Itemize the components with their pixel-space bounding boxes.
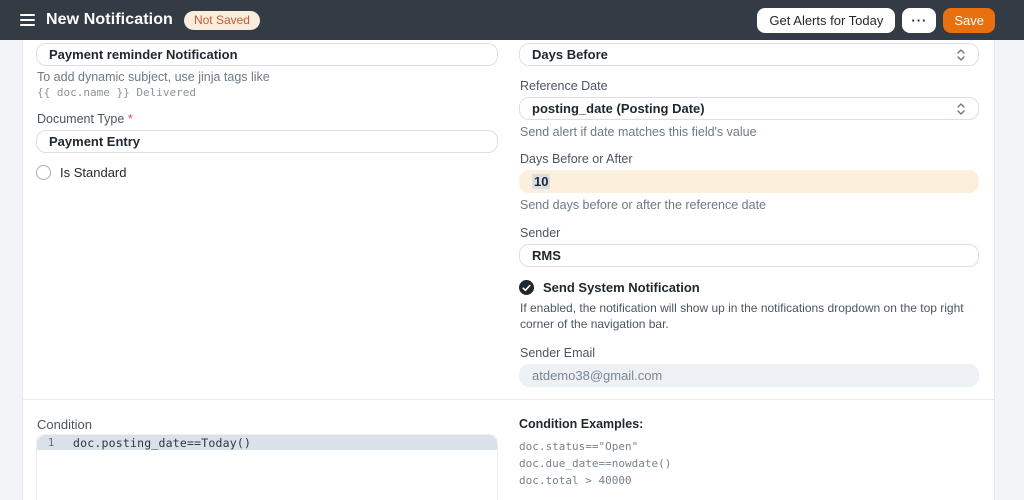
condition-code-editor[interactable]: 1 doc.posting_date==Today() xyxy=(36,434,498,500)
save-button[interactable]: Save xyxy=(943,7,995,33)
section-divider xyxy=(23,399,994,400)
send-system-notification-label: Send System Notification xyxy=(543,280,700,295)
sender-label: Sender xyxy=(520,226,561,240)
condition-example: doc.status=="Open" xyxy=(519,440,639,453)
document-type-input[interactable]: Payment Entry xyxy=(36,130,498,153)
days-before-input[interactable]: 10 xyxy=(519,170,979,193)
document-type-label: Document Type * xyxy=(37,112,133,126)
check-icon xyxy=(522,284,531,291)
days-before-help: Send days before or after the reference … xyxy=(520,198,766,212)
days-before-value: 10 xyxy=(532,174,551,189)
reference-date-select[interactable]: posting_date (Posting Date) xyxy=(519,97,979,120)
is-standard-row[interactable]: Is Standard xyxy=(36,165,127,180)
sender-value: RMS xyxy=(532,248,561,263)
reference-date-value: posting_date (Posting Date) xyxy=(532,101,705,116)
event-value: Days Before xyxy=(532,47,608,62)
sender-email-value: atdemo38@gmail.com xyxy=(532,368,663,383)
editor-active-line: 1 doc.posting_date==Today() xyxy=(37,435,497,450)
subject-input[interactable]: Payment reminder Notification xyxy=(36,43,498,66)
condition-examples-title: Condition Examples: xyxy=(519,417,644,431)
reference-date-label: Reference Date xyxy=(520,79,608,93)
send-system-notification-help: If enabled, the notification will show u… xyxy=(520,301,964,331)
is-standard-checkbox[interactable] xyxy=(36,165,51,180)
form-container: Payment reminder Notification To add dyn… xyxy=(22,40,995,500)
navbar-actions: Get Alerts for Today ··· Save xyxy=(757,7,995,33)
subject-value: Payment reminder Notification xyxy=(49,47,238,62)
is-standard-label: Is Standard xyxy=(60,165,127,180)
navbar: New Notification Not Saved Get Alerts fo… xyxy=(0,0,1024,40)
select-chevrons-icon xyxy=(957,48,965,61)
required-asterisk: * xyxy=(127,112,133,126)
condition-code: doc.posting_date==Today() xyxy=(73,435,252,450)
line-number: 1 xyxy=(47,436,55,449)
more-menu-button[interactable]: ··· xyxy=(902,7,937,33)
document-type-value: Payment Entry xyxy=(49,134,141,149)
event-select[interactable]: Days Before xyxy=(519,43,979,66)
days-before-label: Days Before or After xyxy=(520,152,633,166)
subject-help-text: To add dynamic subject, use jinja tags l… xyxy=(37,70,270,84)
sender-input[interactable]: RMS xyxy=(519,244,979,267)
sender-email-label: Sender Email xyxy=(520,346,596,360)
condition-examples-list: doc.status=="Open" doc.due_date==nowdate… xyxy=(519,438,671,489)
navbar-left: New Notification Not Saved xyxy=(20,10,260,30)
condition-example: doc.total > 40000 xyxy=(519,474,632,487)
condition-label: Condition xyxy=(37,417,92,432)
get-alerts-button[interactable]: Get Alerts for Today xyxy=(757,7,896,33)
subject-help-code: {{ doc.name }} Delivered xyxy=(37,86,196,99)
menu-icon[interactable] xyxy=(20,12,35,28)
status-badge: Not Saved xyxy=(183,10,260,30)
sender-email-input[interactable]: atdemo38@gmail.com xyxy=(519,364,979,387)
select-chevrons-icon xyxy=(957,102,965,115)
reference-date-help: Send alert if date matches this field's … xyxy=(520,125,757,139)
page-title: New Notification xyxy=(46,11,173,28)
condition-example: doc.due_date==nowdate() xyxy=(519,457,672,470)
send-system-notification-checkbox[interactable] xyxy=(519,280,534,295)
send-system-notification-row[interactable]: Send System Notification xyxy=(519,280,700,295)
